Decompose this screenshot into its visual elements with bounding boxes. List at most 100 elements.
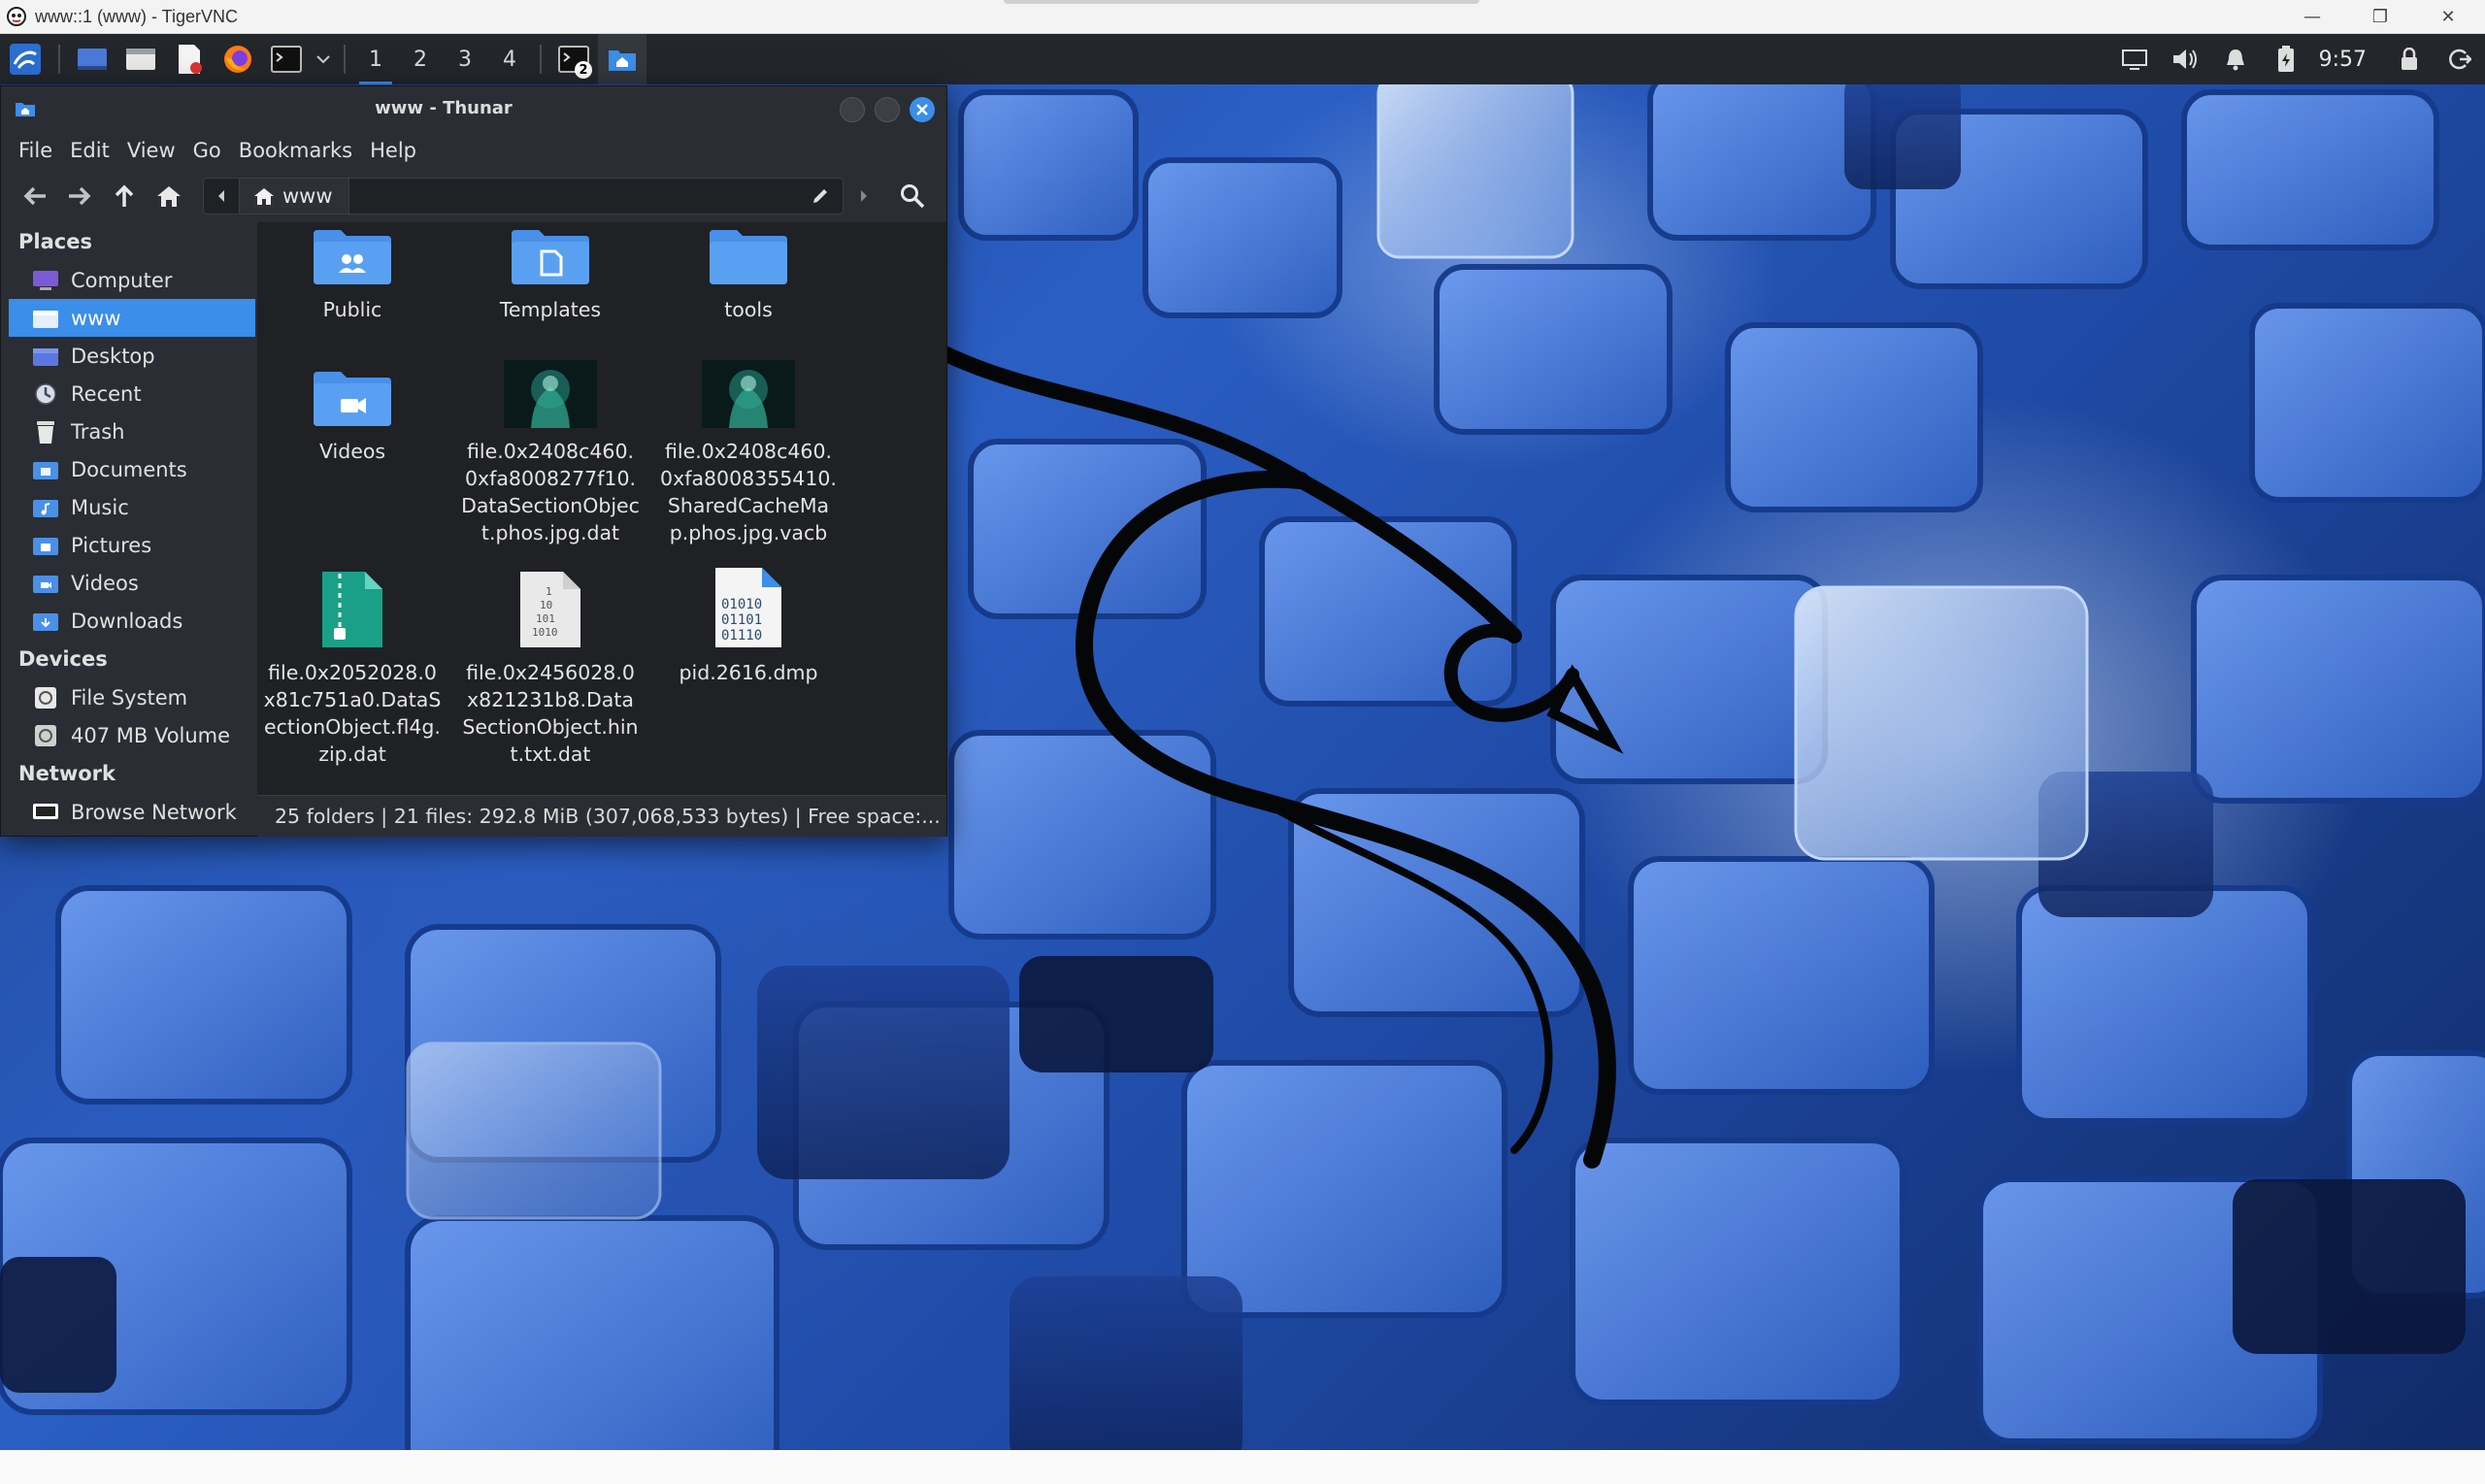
chevron-down-icon[interactable] xyxy=(311,34,336,84)
home-icon xyxy=(254,188,274,205)
folder-videos-icon xyxy=(257,354,447,428)
sidebar-item-label: File System xyxy=(71,685,188,709)
sidebar-header-places: Places xyxy=(18,230,92,253)
notification-bell-icon[interactable] xyxy=(2210,34,2261,84)
battery-icon[interactable] xyxy=(2261,34,2311,84)
path-scroll-right-button[interactable] xyxy=(849,178,878,214)
menu-view[interactable]: View xyxy=(118,139,184,162)
system-tray: 9:57 xyxy=(2109,34,2485,84)
desktop-icon[interactable] xyxy=(68,34,116,84)
folder-icon xyxy=(653,222,844,286)
file-item-fl4g-zip[interactable]: file.0x2052028.0x81c751a0.DataSectionObj… xyxy=(257,572,447,768)
display-icon[interactable] xyxy=(2109,34,2160,84)
menu-file[interactable]: File xyxy=(1,139,61,162)
status-text: 25 folders | 21 files: 292.8 MiB (307,06… xyxy=(275,805,941,828)
sidebar-item-videos[interactable]: Videos xyxy=(1,564,255,602)
workspace-2[interactable]: 2 xyxy=(398,34,443,84)
text-editor-icon[interactable] xyxy=(165,34,214,84)
svg-text:1: 1 xyxy=(546,585,552,598)
up-button[interactable] xyxy=(102,174,147,218)
home-folder-icon xyxy=(32,307,59,330)
terminal-icon[interactable] xyxy=(262,34,311,84)
sidebar-item-volume[interactable]: 407 MB Volume xyxy=(1,716,255,754)
toolbar: www xyxy=(1,172,946,220)
sidebar-item-label: Browse Network xyxy=(71,800,237,824)
sidebar-item-label: Videos xyxy=(71,571,139,595)
arrow-left-icon xyxy=(23,186,46,206)
file-item-pid-dmp[interactable]: 01010 01101 01110 pid.2616.dmp xyxy=(653,568,844,686)
volume-icon[interactable] xyxy=(2160,34,2210,84)
sidebar-item-label: www xyxy=(71,306,121,330)
workspace-4[interactable]: 4 xyxy=(487,34,532,84)
vnc-close-button[interactable]: ✕ xyxy=(2417,0,2479,33)
maximize-button[interactable] xyxy=(875,97,900,122)
sidebar-item-label: Trash xyxy=(71,419,125,444)
home-folder-icon xyxy=(609,50,636,71)
file-item-tools[interactable]: tools xyxy=(653,222,844,323)
window-group-terminal[interactable]: 2 xyxy=(549,34,598,84)
chevron-right-icon xyxy=(861,190,867,202)
firefox-icon[interactable] xyxy=(214,34,262,84)
sidebar-item-documents[interactable]: Documents xyxy=(1,450,255,488)
menu-go[interactable]: Go xyxy=(184,139,230,162)
sidebar-item-computer[interactable]: Computer xyxy=(1,261,255,299)
forward-button[interactable] xyxy=(57,174,102,218)
sidebar-item-label: Music xyxy=(71,495,129,519)
file-name: Templates xyxy=(499,298,602,321)
sidebar-item-browse-network[interactable]: Browse Network xyxy=(1,793,255,831)
file-item-hint-txt[interactable]: 1 10 101 1010 file.0x2456028.0x821231b8.Dat… xyxy=(455,572,646,768)
lock-icon[interactable] xyxy=(2384,34,2435,84)
tigervnc-icon xyxy=(6,6,27,27)
vnc-minimize-button[interactable]: — xyxy=(2281,0,2343,33)
sidebar-item-downloads[interactable]: Downloads xyxy=(1,602,255,640)
sidebar-item-music[interactable]: Music xyxy=(1,488,255,526)
sidebar-item-file-system[interactable]: File System xyxy=(1,678,255,716)
binary-file-icon: 01010 01101 01110 xyxy=(653,568,844,649)
file-item-phos-dat[interactable]: file.0x2408c460.0xfa8008277f10.DataSecti… xyxy=(455,354,646,546)
file-item-templates[interactable]: Templates xyxy=(455,222,646,323)
sidebar-item-recent[interactable]: Recent xyxy=(1,375,255,412)
file-name: file.0x2408c460.0xfa8008277f10.DataSecti… xyxy=(461,440,640,544)
close-button[interactable] xyxy=(910,97,935,122)
thunar-titlebar[interactable]: www - Thunar xyxy=(1,86,946,131)
sidebar-item-pictures[interactable]: Pictures xyxy=(1,526,255,564)
file-item-phos-vacb[interactable]: file.0x2408c460.0xfa8008355410.SharedCac… xyxy=(653,354,844,546)
svg-text:01110: 01110 xyxy=(721,628,762,643)
sidebar-item-desktop[interactable]: Desktop xyxy=(1,337,255,375)
image-thumbnail-icon xyxy=(455,354,646,428)
file-manager-icon[interactable] xyxy=(116,34,165,84)
home-button[interactable] xyxy=(147,174,191,218)
edit-location-button[interactable] xyxy=(806,182,835,210)
location-bar[interactable]: www xyxy=(203,178,844,214)
file-name: file.0x2408c460.0xfa8008355410.SharedCac… xyxy=(660,440,837,544)
sidebar-item-label: Desktop xyxy=(71,344,155,368)
vnc-window-title: www::1 (www) - TigerVNC xyxy=(35,6,239,26)
folder-public-icon xyxy=(257,222,447,286)
vnc-maximize-button[interactable]: ❐ xyxy=(2349,0,2411,33)
file-view[interactable]: Public Templates tools Videos file.0x240… xyxy=(257,222,946,795)
search-button[interactable] xyxy=(892,176,933,216)
file-item-public[interactable]: Public xyxy=(257,222,447,323)
menu-help[interactable]: Help xyxy=(361,139,425,162)
file-name: Public xyxy=(322,298,382,321)
videos-folder-icon xyxy=(32,572,59,595)
logout-icon[interactable] xyxy=(2435,34,2485,84)
path-scroll-left-button[interactable] xyxy=(204,179,240,214)
kali-menu-icon[interactable] xyxy=(0,34,50,84)
panel-separator xyxy=(540,45,542,74)
window-button-thunar[interactable] xyxy=(598,34,646,84)
file-item-videos[interactable]: Videos xyxy=(257,354,447,465)
workspace-3[interactable]: 3 xyxy=(443,34,487,84)
sidebar-item-trash[interactable]: Trash xyxy=(1,412,255,450)
minimize-button[interactable] xyxy=(840,97,865,122)
svg-text:1010: 1010 xyxy=(532,626,558,639)
sidebar-item-www[interactable]: www xyxy=(9,299,255,337)
back-button[interactable] xyxy=(13,174,57,218)
menu-edit[interactable]: Edit xyxy=(61,139,118,162)
panel-clock[interactable]: 9:57 xyxy=(2319,48,2367,72)
menu-bookmarks[interactable]: Bookmarks xyxy=(230,139,361,162)
path-segment-home[interactable]: www xyxy=(240,179,349,214)
thunar-title: www - Thunar xyxy=(375,98,513,118)
workspace-1[interactable]: 1 xyxy=(353,34,398,84)
svg-text:01010: 01010 xyxy=(721,597,762,612)
